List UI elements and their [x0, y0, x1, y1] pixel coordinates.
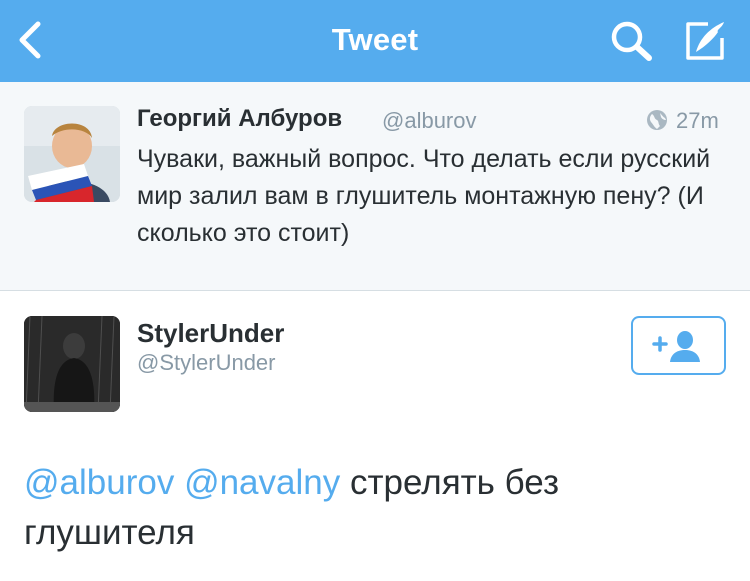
follow-button[interactable]: [631, 316, 726, 375]
mention-link[interactable]: @alburov: [24, 463, 174, 502]
add-user-icon: [652, 331, 700, 362]
mention-link[interactable]: @navalny: [184, 463, 340, 502]
nav-bar: Tweet: [0, 0, 750, 82]
parent-author-handle[interactable]: @alburov: [382, 108, 477, 134]
tweet-text: @alburov @navalny стрелять без глушителя: [24, 458, 724, 558]
parent-timestamp: 27m: [676, 108, 719, 133]
author-handle[interactable]: @StylerUnder: [137, 350, 276, 376]
search-button[interactable]: [608, 18, 656, 62]
avatar[interactable]: [24, 316, 120, 412]
parent-tweet[interactable]: Георгий Албуров @alburov 27m Чуваки, важ…: [0, 82, 750, 291]
search-icon: [611, 21, 652, 61]
parent-author-name[interactable]: Георгий Албуров: [137, 105, 342, 133]
compose-button[interactable]: [682, 16, 730, 64]
parent-tweet-text: Чуваки, важный вопрос. Что делать если р…: [137, 145, 711, 247]
avatar[interactable]: [24, 106, 120, 202]
globe-icon: [647, 110, 667, 130]
author-name[interactable]: StylerUnder: [137, 318, 284, 349]
compose-icon: [686, 22, 724, 60]
